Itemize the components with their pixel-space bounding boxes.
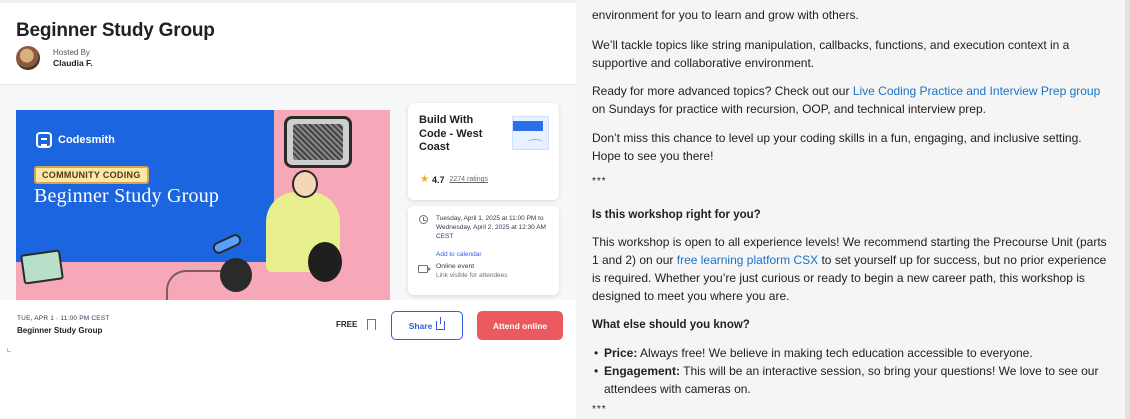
share-button-label: Share: [408, 320, 433, 331]
list-item: Engagement: This will be an interactive …: [592, 362, 1112, 398]
person-head-illustration: [292, 170, 318, 198]
host-info[interactable]: Hosted By Claudia F.: [16, 46, 93, 70]
event-date-range: Tuesday, April 1, 2025 at 11:00 PM to We…: [436, 215, 546, 240]
bullet-text: Always free! We believe in making tech e…: [637, 346, 1033, 360]
share-icon: [436, 317, 446, 330]
bookmark-icon[interactable]: [367, 319, 377, 333]
description-paragraph: We’ll tackle topics like string manipula…: [592, 38, 1070, 70]
person-head-illustration: [308, 242, 342, 282]
description-paragraph: environment for you to learn and grow wi…: [592, 8, 859, 22]
description-paragraph: This workshop is open to all experience …: [592, 233, 1112, 305]
section-heading: Is this workshop right for you?: [592, 209, 761, 221]
online-event-label: Online event: [436, 263, 475, 270]
online-event-note: Link visible for attendees: [436, 272, 508, 279]
video-camera-icon: [418, 265, 431, 273]
date-location-card: Tuesday, April 1, 2025 at 11:00 PM to We…: [408, 206, 559, 295]
organizer-name[interactable]: Build With Code - West Coast: [419, 114, 503, 155]
window-edge: [1125, 0, 1130, 419]
description-paragraph: Don’t miss this chance to level up your …: [592, 131, 1082, 163]
organizer-rating: ★ 4.7 2274 ratings: [420, 174, 488, 185]
csx-platform-link[interactable]: free learning platform CSX: [677, 253, 818, 267]
host-text: Hosted By Claudia F.: [53, 47, 93, 69]
live-coding-group-link[interactable]: Live Coding Practice and Interview Prep …: [853, 84, 1100, 98]
event-page-window: Beginner Study Group Hosted By Claudia F…: [0, 0, 576, 419]
organizer-thumbnail[interactable]: [512, 116, 549, 150]
paragraph-text: on Sundays for practice with recursion, …: [592, 102, 986, 116]
rating-count-link[interactable]: 2274 ratings: [449, 176, 488, 183]
event-description-pane: environment for you to learn and grow wi…: [576, 0, 1130, 419]
hero-image: Codesmith COMMUNITY CODING Beginner Stud…: [16, 110, 390, 300]
computer-illustration: [20, 249, 64, 285]
hosted-by-label: Hosted By: [53, 48, 90, 57]
resize-corner-icon: [7, 348, 11, 352]
paragraph-text: Ready for more advanced topics? Check ou…: [592, 84, 853, 98]
price-label: FREE: [336, 320, 358, 329]
section-separator: ***: [592, 176, 607, 187]
star-icon: ★: [420, 174, 429, 185]
bar-event-date: TUE, APR 1 · 11:00 PM CEST: [17, 315, 110, 322]
codesmith-logo: Codesmith: [36, 132, 115, 148]
codesmith-logo-icon: [36, 132, 52, 148]
list-item: Price: Always free! We believe in making…: [592, 344, 1112, 362]
organizer-card[interactable]: Build With Code - West Coast ★ 4.7 2274 …: [408, 103, 559, 200]
top-divider: [0, 0, 576, 3]
community-coding-badge: COMMUNITY CODING: [34, 166, 149, 184]
clock-icon: [419, 215, 428, 224]
attend-online-button[interactable]: Attend online: [477, 311, 563, 340]
bullet-label: Price:: [604, 346, 638, 360]
hero-title: Beginner Study Group: [34, 185, 220, 207]
codesmith-brand-text: Codesmith: [58, 134, 115, 146]
section-heading: What else should you know?: [592, 319, 750, 331]
cable-illustration: [166, 270, 226, 300]
host-avatar[interactable]: [16, 46, 40, 70]
bar-event-name: Beginner Study Group: [17, 326, 103, 335]
rating-value: 4.7: [431, 174, 445, 185]
host-name[interactable]: Claudia F.: [53, 58, 93, 69]
bullet-label: Engagement:: [604, 364, 681, 378]
tv-static-screen: [293, 124, 343, 160]
section-separator: ***: [592, 404, 607, 415]
description-paragraph: Ready for more advanced topics? Check ou…: [592, 82, 1112, 118]
share-button[interactable]: Share: [391, 311, 463, 340]
event-title: Beginner Study Group: [16, 20, 215, 41]
add-to-calendar-link[interactable]: Add to calendar: [436, 251, 482, 258]
tv-illustration: [284, 116, 352, 168]
